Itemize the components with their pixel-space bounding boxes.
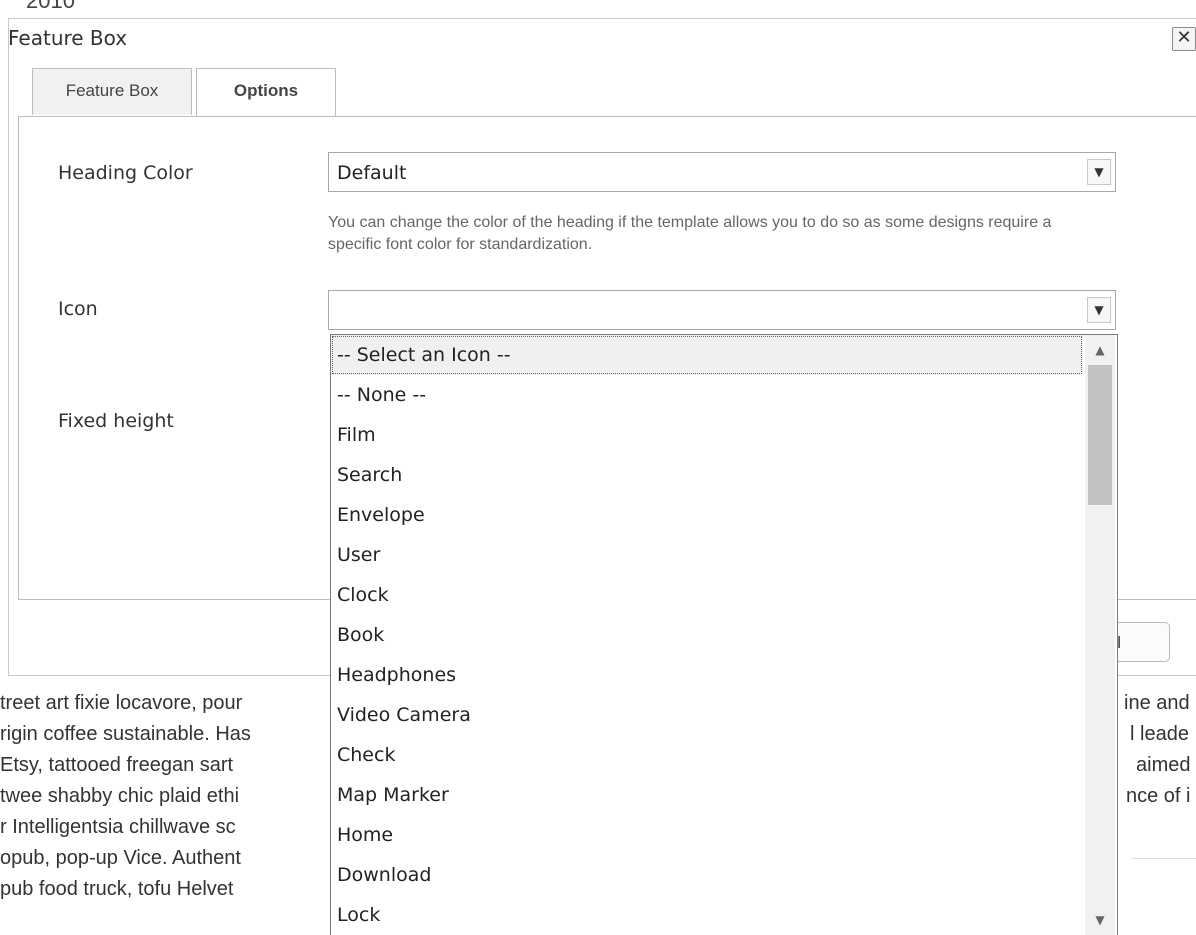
dropdown-option[interactable]: Book [331, 615, 1083, 655]
icon-dropdown-list[interactable]: -- Select an Icon -- -- None -- Film Sea… [330, 334, 1118, 935]
chevron-down-icon: ▼ [1087, 159, 1111, 185]
dropdown-option[interactable]: Video Camera [331, 695, 1083, 735]
bg-line: r Intelligentsia chillwave sc [0, 816, 236, 838]
dropdown-option[interactable]: -- None -- [331, 375, 1083, 415]
dropdown-option[interactable]: Download [331, 855, 1083, 895]
bg-line: twee shabby chic plaid ethi [0, 785, 240, 807]
bg-line-right: ine and [1124, 692, 1190, 714]
heading-color-value: Default [337, 162, 407, 184]
heading-color-select[interactable]: Default ▼ [328, 152, 1116, 192]
divider [1132, 858, 1196, 859]
close-button[interactable]: ✕ [1172, 27, 1196, 51]
dialog-title: Feature Box [8, 26, 128, 50]
heading-color-label: Heading Color [58, 162, 193, 184]
heading-color-help: You can change the color of the heading … [328, 214, 1052, 253]
dropdown-option[interactable]: Headphones [331, 655, 1083, 695]
bg-line: opub, pop-up Vice. Authent [0, 847, 241, 869]
dialog-titlebar: Feature Box ✕ [8, 20, 1196, 51]
bg-line: rigin coffee sustainable. Has [0, 723, 251, 745]
scroll-up-icon[interactable]: ▲ [1085, 335, 1115, 365]
background-heading-fragment: 2010 [26, 0, 75, 13]
scroll-down-icon[interactable]: ▼ [1085, 905, 1115, 935]
dropdown-option[interactable]: Map Marker [331, 775, 1083, 815]
tab-options[interactable]: Options [196, 68, 336, 118]
tab-feature-box[interactable]: Feature Box [32, 68, 192, 115]
chevron-down-icon: ▼ [1087, 297, 1111, 323]
bg-line-right: nce of i [1126, 785, 1191, 807]
bg-line-right: l leade [1130, 723, 1189, 745]
dropdown-scrollbar[interactable]: ▲ ▼ [1085, 335, 1115, 935]
fixed-height-label: Fixed height [58, 410, 174, 432]
icon-select[interactable]: ▼ [328, 290, 1116, 330]
bg-line-right: aimed [1136, 754, 1191, 776]
dropdown-option[interactable]: -- Select an Icon -- [331, 335, 1083, 375]
dialog-tabs: Feature Box Options [20, 68, 1196, 118]
bg-line: Etsy, tattooed freegan sart [0, 754, 234, 776]
bg-line: treet art fixie locavore, pour [0, 692, 243, 714]
dropdown-option[interactable]: Lock [331, 895, 1083, 935]
dropdown-option[interactable]: Envelope [331, 495, 1083, 535]
dropdown-option[interactable]: Home [331, 815, 1083, 855]
close-icon: ✕ [1176, 27, 1192, 48]
icon-label: Icon [58, 298, 98, 320]
bg-line: pub food truck, tofu Helvet [0, 878, 234, 900]
dropdown-option[interactable]: Search [331, 455, 1083, 495]
dropdown-option[interactable]: Clock [331, 575, 1083, 615]
scrollbar-thumb[interactable] [1088, 365, 1112, 505]
dropdown-option[interactable]: User [331, 535, 1083, 575]
dropdown-option[interactable]: Check [331, 735, 1083, 775]
dropdown-option[interactable]: Film [331, 415, 1083, 455]
